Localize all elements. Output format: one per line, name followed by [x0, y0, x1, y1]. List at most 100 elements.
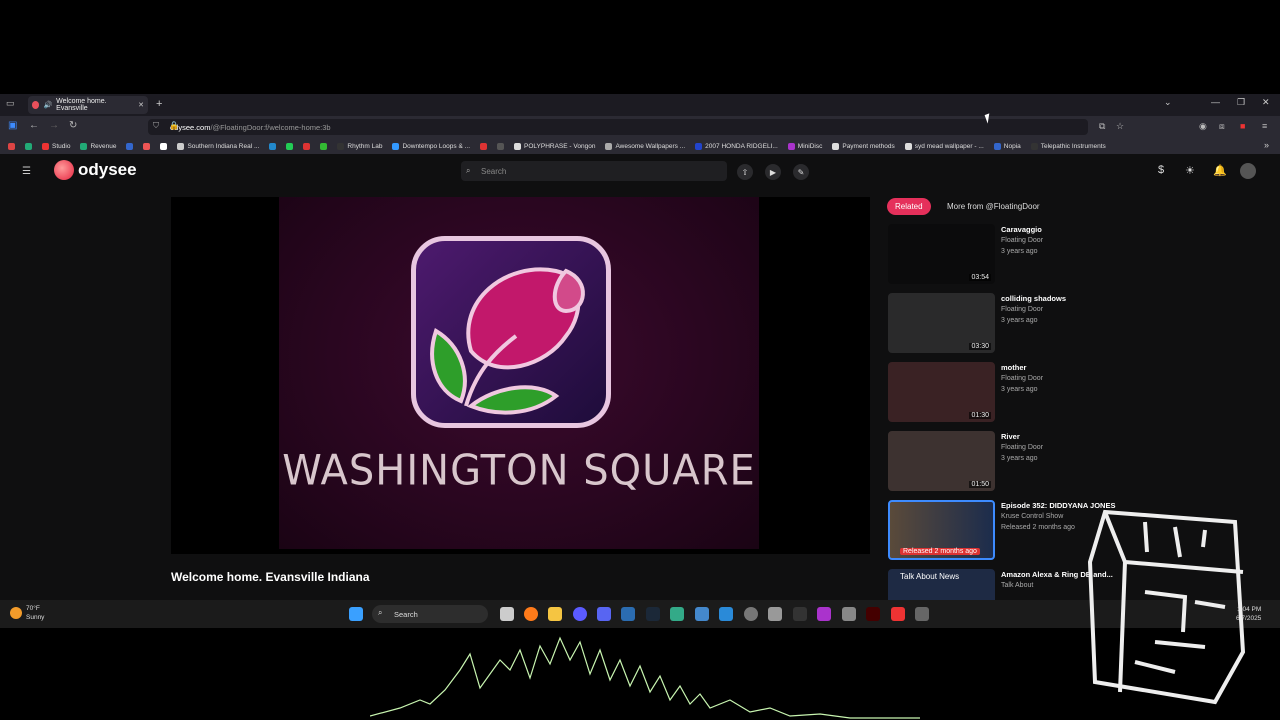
video-thumbnail[interactable]: 03:54	[888, 224, 995, 284]
warning-icon[interactable]	[480, 142, 488, 150]
weather-widget[interactable]: 70°F Sunny	[10, 604, 44, 622]
firefox-icon[interactable]	[524, 607, 538, 621]
bookmark-item[interactable]: Revenue	[80, 142, 116, 150]
discord-icon[interactable]	[597, 607, 611, 621]
tab-related[interactable]: Related	[887, 198, 931, 215]
profile-icon[interactable]: ■	[1240, 121, 1245, 131]
new-tab-button[interactable]: +	[156, 98, 162, 110]
related-item[interactable]: 03:54 Caravaggio Floating Door 3 years ago	[888, 224, 1148, 286]
bookmark-item[interactable]: Nopia	[993, 142, 1021, 150]
bookmark-item[interactable]: Studio	[42, 142, 70, 150]
bookmark-icon[interactable]	[497, 142, 505, 150]
bookmark-item[interactable]: Awesome Wallpapers ...	[605, 142, 686, 150]
item-title[interactable]: River	[1001, 431, 1151, 442]
item-title[interactable]: Caravaggio	[1001, 224, 1151, 235]
item-channel[interactable]: Floating Door	[1001, 442, 1151, 453]
upload-icon[interactable]: ⇧	[737, 164, 753, 180]
bookmark-item[interactable]: Downtempo Loops & ...	[392, 142, 470, 150]
brave-icon[interactable]	[891, 607, 905, 621]
item-channel[interactable]: Floating Door	[1001, 304, 1151, 315]
item-channel[interactable]: Floating Door	[1001, 373, 1151, 384]
item-title[interactable]: colliding shadows	[1001, 293, 1151, 304]
bookmark-icon[interactable]	[269, 142, 277, 150]
related-item[interactable]: 03:30 colliding shadows Floating Door 3 ye…	[888, 293, 1148, 355]
bookmark-item[interactable]: Rhythm Lab	[337, 142, 382, 150]
odysee-logo[interactable]: odysee	[54, 160, 137, 180]
app-icon[interactable]	[768, 607, 782, 621]
avatar[interactable]	[1240, 163, 1256, 179]
app-icon[interactable]	[695, 607, 709, 621]
tab-list-chevron-icon[interactable]: ⌄	[1164, 97, 1172, 108]
app-icon[interactable]	[744, 607, 758, 621]
extension-icon[interactable]: ◉	[1199, 121, 1207, 132]
notifications-bell-icon[interactable]: 🔔	[1213, 164, 1227, 177]
bookmark-item[interactable]: POLYPHRASE - Vongon	[514, 142, 595, 150]
bookmark-item[interactable]: syd mead wallpaper - ...	[904, 142, 984, 150]
sidebar-toggle-icon[interactable]: ▣	[8, 120, 17, 131]
gmail-icon[interactable]	[8, 142, 15, 150]
app-icon[interactable]	[621, 607, 635, 621]
app-icon[interactable]	[573, 607, 587, 621]
steam-icon[interactable]	[646, 607, 660, 621]
bookmark-item[interactable]: MiniDisc	[787, 142, 822, 150]
youtube-icon[interactable]	[303, 142, 311, 150]
tab-more-from-channel[interactable]: More from @FloatingDoor	[939, 198, 1048, 215]
bookmark-label: Awesome Wallpapers ...	[615, 142, 686, 150]
bookmark-item[interactable]: Payment methods	[832, 142, 895, 150]
settings-gear-icon[interactable]	[842, 607, 856, 621]
extensions-puzzle-icon[interactable]: ⧈	[1219, 121, 1225, 132]
phone-icon[interactable]	[25, 142, 32, 150]
search-input[interactable]: Search	[461, 161, 727, 181]
bookmark-item[interactable]: Southern Indiana Real ...	[177, 142, 259, 150]
app-icon[interactable]	[793, 607, 807, 621]
video-thumbnail[interactable]: 01:30	[888, 362, 995, 422]
go-live-icon[interactable]: ▶	[765, 164, 781, 180]
calculator-icon[interactable]	[719, 607, 733, 621]
item-age: 3 years ago	[1001, 248, 1038, 255]
bookmark-icon[interactable]	[126, 142, 134, 150]
item-channel[interactable]: Floating Door	[1001, 235, 1151, 246]
taskbar-search[interactable]: Search	[372, 605, 488, 623]
bookmark-item[interactable]: 2007 HONDA RIDGELI...	[695, 142, 778, 150]
hamburger-menu-icon[interactable]: ☰	[22, 166, 31, 177]
lock-icon[interactable]: 🔒	[169, 121, 179, 130]
url-bar[interactable]: odysee.com/@FloatingDoor:f/welcome-home:…	[148, 119, 1088, 135]
theme-toggle-icon[interactable]: ☀	[1185, 164, 1195, 177]
app-icon[interactable]	[866, 607, 880, 621]
reload-button[interactable]: ↻	[69, 120, 77, 131]
task-view-icon[interactable]	[500, 607, 514, 621]
wallet-icon[interactable]: $	[1158, 164, 1164, 176]
item-text: mother Floating Door 3 years ago	[1001, 362, 1151, 395]
shield-icon[interactable]: ⛉	[153, 121, 159, 131]
bookmark-item[interactable]: Telepathic Instruments	[1030, 142, 1106, 150]
video-thumbnail[interactable]: Released 2 months ago	[888, 500, 995, 560]
item-title[interactable]: mother	[1001, 362, 1151, 373]
play-icon[interactable]	[320, 142, 328, 150]
publish-post-icon[interactable]: ✎	[793, 164, 809, 180]
app-icon[interactable]	[817, 607, 831, 621]
bookmarks-overflow-icon[interactable]: »	[1264, 140, 1269, 150]
video-thumbnail[interactable]: 03:30	[888, 293, 995, 353]
tab-overview-icon[interactable]: ▭	[6, 98, 15, 109]
x-icon[interactable]	[160, 142, 168, 150]
close-tab-icon[interactable]: ✕	[138, 101, 144, 109]
related-item[interactable]: 01:50 River Floating Door 3 years ago	[888, 431, 1148, 493]
video-thumbnail[interactable]: 01:50	[888, 431, 995, 491]
windows-start-icon[interactable]	[349, 607, 363, 621]
app-menu-icon[interactable]: ≡	[1262, 121, 1267, 131]
minimize-button[interactable]: —	[1211, 97, 1220, 107]
translate-icon[interactable]: ⧉	[1099, 121, 1105, 132]
close-window-button[interactable]: ✕	[1262, 97, 1270, 108]
bookmark-star-icon[interactable]: ☆	[1116, 121, 1124, 132]
video-thumbnail[interactable]: Talk About News	[888, 569, 995, 600]
back-button[interactable]: ←	[29, 120, 39, 131]
spotify-icon[interactable]	[286, 142, 294, 150]
bookmark-icon[interactable]	[143, 142, 151, 150]
file-explorer-icon[interactable]	[548, 607, 562, 621]
browser-tab-active[interactable]: 🔊 Welcome home. Evansville ✕	[28, 96, 148, 114]
app-icon[interactable]	[915, 607, 929, 621]
maximize-button[interactable]: ❐	[1237, 97, 1245, 108]
related-item[interactable]: 01:30 mother Floating Door 3 years ago	[888, 362, 1148, 424]
app-icon[interactable]	[670, 607, 684, 621]
forward-button[interactable]: →	[49, 120, 59, 131]
